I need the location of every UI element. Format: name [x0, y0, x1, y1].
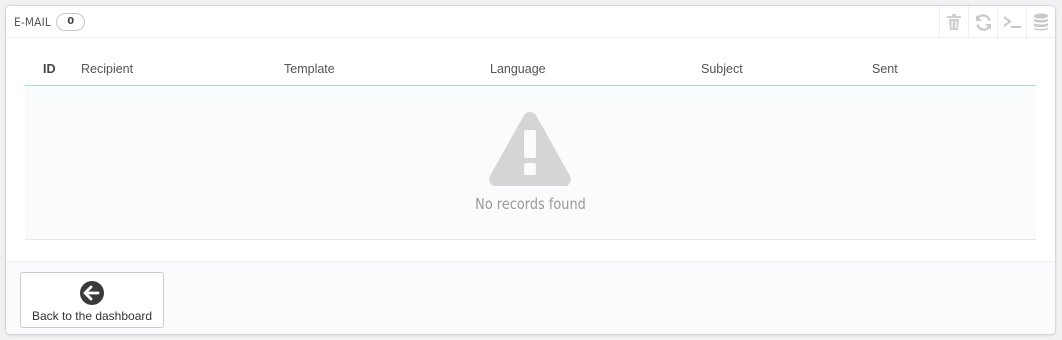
- column-subject: Subject: [701, 62, 743, 76]
- delete-button[interactable]: [939, 6, 968, 38]
- table-header: ID Recipient Template Language Subject S…: [25, 58, 1036, 86]
- panel-footer: Back to the dashboard: [6, 261, 1055, 334]
- panel-heading: E-MAIL 0: [6, 6, 1055, 38]
- column-template: Template: [284, 62, 335, 76]
- refresh-button[interactable]: [968, 6, 997, 38]
- panel-toolbar: [939, 6, 1055, 38]
- panel-title: E-MAIL: [14, 14, 52, 29]
- back-to-dashboard-button[interactable]: Back to the dashboard: [20, 272, 164, 328]
- empty-state: No records found: [25, 86, 1036, 240]
- trash-icon: [947, 14, 961, 30]
- arrow-circle-left-icon: [80, 281, 104, 305]
- warning-icon: [489, 112, 571, 186]
- back-button-label: Back to the dashboard: [31, 309, 153, 323]
- refresh-icon: [975, 13, 991, 31]
- terminal-icon: [1003, 16, 1021, 28]
- column-id: ID: [43, 62, 56, 76]
- email-panel: E-MAIL 0 ID Recipient Template Language …: [5, 5, 1056, 335]
- database-icon: [1034, 13, 1048, 31]
- column-language: Language: [490, 62, 546, 76]
- column-recipient: Recipient: [81, 62, 134, 76]
- column-sent: Sent: [872, 62, 898, 76]
- sql-query-button[interactable]: [997, 6, 1026, 38]
- count-badge: 0: [56, 12, 86, 31]
- export-button[interactable]: [1026, 6, 1055, 38]
- empty-message: No records found: [475, 195, 586, 213]
